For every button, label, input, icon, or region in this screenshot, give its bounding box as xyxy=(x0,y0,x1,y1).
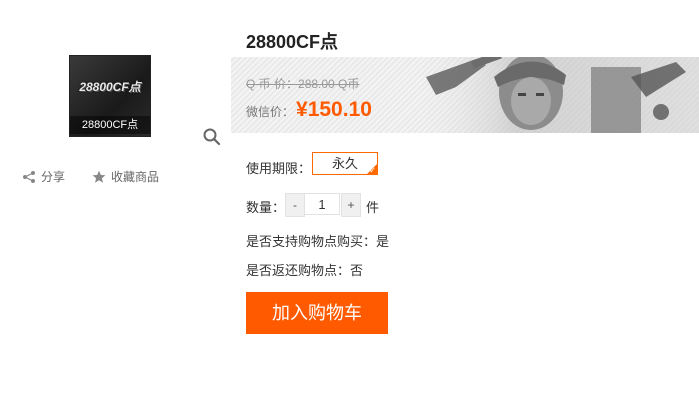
share-button[interactable]: 分享 xyxy=(22,168,65,185)
product-title: 28800CF点 xyxy=(246,32,339,52)
period-option-label: 永久 xyxy=(331,156,358,171)
period-option-selected[interactable]: 永久 ✓ xyxy=(312,152,378,175)
thumbnail-logo-text: 28800CF点 xyxy=(79,80,141,94)
quantity-unit: 件 xyxy=(366,200,380,215)
quantity-decrease-button[interactable]: - xyxy=(285,193,305,217)
share-label: 分享 xyxy=(41,170,66,184)
favorite-button[interactable]: 收藏商品 xyxy=(92,168,159,185)
share-icon xyxy=(23,170,35,183)
product-thumbnail[interactable]: 28800CF点 28800CF点 xyxy=(70,56,150,136)
quantity-increase-button[interactable]: + xyxy=(341,193,361,217)
original-price: Q 币 价：288.00 Q币 xyxy=(246,75,359,92)
rebate-points-info: 是否返还购物点：否 xyxy=(246,263,364,278)
star-icon xyxy=(92,170,106,183)
quantity-input[interactable] xyxy=(304,193,340,215)
check-icon: ✓ xyxy=(369,166,376,175)
original-price-value: 288.00 Q币 xyxy=(298,77,360,91)
support-points-info: 是否支持购物点购买：是 xyxy=(246,234,390,249)
wechat-price-row: 微信价： ¥150.10 xyxy=(246,98,372,122)
add-to-cart-button[interactable]: 加入购物车 xyxy=(246,292,388,334)
wechat-price-label: 微信价： xyxy=(246,105,295,119)
banner-character-art xyxy=(416,57,699,133)
zoom-icon[interactable] xyxy=(202,127,222,147)
price-banner: Q 币 价：288.00 Q币 微信价： ¥150.10 xyxy=(231,57,699,133)
thumbnail-caption: 28800CF点 xyxy=(70,116,150,134)
wechat-price-value: ¥150.10 xyxy=(296,98,372,121)
period-label: 使用期限： xyxy=(246,161,312,176)
original-price-label: Q 币 价： xyxy=(246,77,299,91)
quantity-label: 数量： xyxy=(246,200,286,215)
favorite-label: 收藏商品 xyxy=(111,170,160,184)
